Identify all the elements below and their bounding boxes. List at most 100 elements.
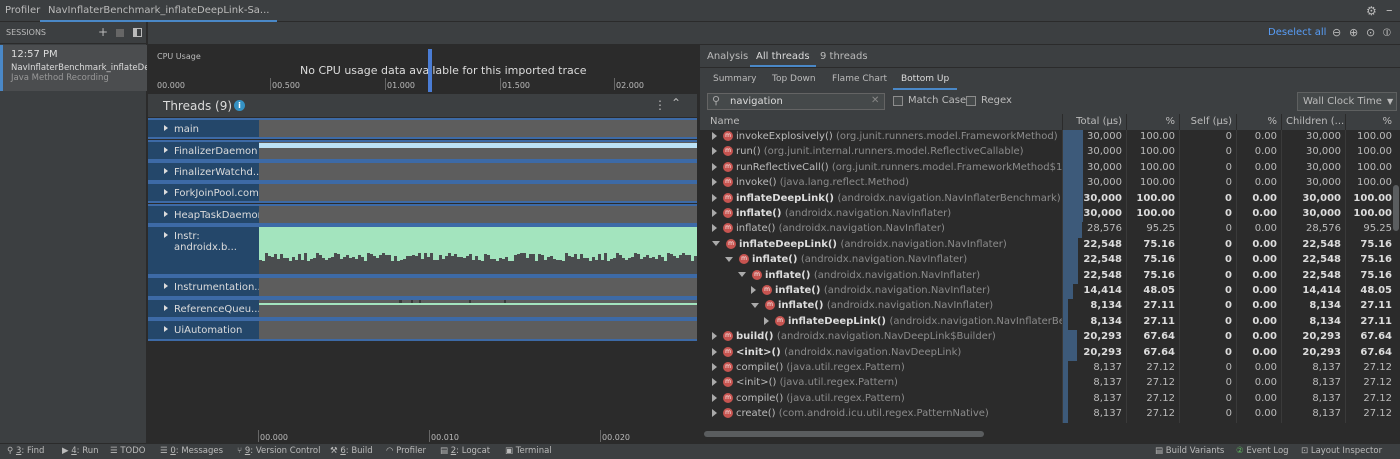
vertical-scrollbar[interactable] [1393, 185, 1399, 231]
chevron-right-icon[interactable] [712, 178, 717, 187]
tab-trace[interactable]: NavInflaterBenchmark_inflateDeepLink-Sa.… [40, 0, 278, 22]
match-case-checkbox[interactable] [893, 96, 903, 106]
session-item[interactable]: 12:57 PM NavInflaterBenchmark_inflateDee… [0, 45, 147, 91]
info-icon[interactable]: i [234, 100, 245, 111]
horizontal-scrollbar[interactable] [704, 431, 984, 437]
chevron-right-icon[interactable] [712, 347, 717, 356]
chevron-right-icon[interactable] [712, 193, 717, 202]
thread-label[interactable]: FinalizerDaemon [148, 140, 259, 161]
pause-icon[interactable]: ⦶ [1383, 26, 1391, 40]
chevron-down-icon[interactable] [751, 302, 759, 308]
thread-label[interactable]: Instrumentation... [148, 276, 264, 298]
thread-activity[interactable] [259, 225, 697, 276]
table-row[interactable]: m <init>() (java.util.regex.Pattern) 8,137… [700, 376, 1400, 392]
table-row[interactable]: m create() (com.android.icu.util.regex.Pa… [700, 407, 1400, 423]
thread-row[interactable]: FinalizerDaemon [148, 140, 697, 161]
thread-row[interactable]: ForkJoinPool.com... [148, 182, 697, 203]
zoom-out-icon[interactable]: ⊖ [1332, 26, 1341, 39]
col-self-pct[interactable]: % [1237, 114, 1282, 130]
status-tool-todo[interactable]: ☰ TODO [110, 446, 145, 456]
chevron-right-icon[interactable] [712, 209, 717, 217]
table-row[interactable]: m compile() (java.util.regex.Pattern) 8,13… [700, 391, 1400, 408]
table-row[interactable]: m runReflectiveCall() (org.junit.runners.… [700, 160, 1400, 177]
table-row[interactable]: m invoke() (java.lang.reflect.Method) 30,0… [700, 176, 1400, 192]
thread-activity[interactable] [259, 204, 697, 225]
status-tool-messages[interactable]: ☰ 0: Messages [160, 446, 223, 456]
table-row[interactable]: m invokeExplosively() (org.junit.runners.… [700, 130, 1400, 146]
regex-checkbox[interactable] [966, 96, 976, 106]
thread-activity[interactable] [259, 182, 697, 203]
thread-label[interactable]: HeapTaskDaemon [148, 204, 264, 225]
chevron-down-icon[interactable] [725, 256, 733, 262]
thread-activity[interactable] [259, 319, 697, 341]
thread-row[interactable]: main [148, 118, 697, 139]
status-tool-version-control[interactable]: ⑂ 9: Version Control [237, 446, 321, 456]
status-tool-profiler[interactable]: ◠ Profiler [386, 446, 426, 456]
table-row[interactable]: m inflate() (androidx.navigation.NavInfla… [700, 222, 1400, 238]
chevron-right-icon[interactable] [712, 332, 717, 341]
tab-flame-chart[interactable]: Flame Chart [832, 68, 887, 90]
chevron-right-icon[interactable] [751, 286, 756, 294]
thread-label[interactable]: ForkJoinPool.com... [148, 182, 268, 203]
deselect-all-link[interactable]: Deselect all [1268, 27, 1326, 38]
table-row[interactable]: m inflate() (androidx.navigation.NavInfla… [700, 253, 1400, 269]
thread-row[interactable]: HeapTaskDaemon [148, 204, 697, 225]
minimize-icon[interactable]: – [1386, 3, 1393, 18]
chevron-right-icon[interactable] [712, 378, 717, 387]
tab-top-down[interactable]: Top Down [772, 68, 816, 90]
col-total-pct[interactable]: % [1127, 114, 1180, 130]
thread-activity[interactable] [259, 161, 697, 182]
chevron-right-icon[interactable] [712, 147, 717, 156]
col-children-pct[interactable]: % [1346, 114, 1400, 130]
clock-select[interactable]: Wall Clock Time ▼ [1297, 92, 1397, 111]
thread-row[interactable]: Instr: androidx.b... [148, 225, 697, 276]
chevron-right-icon[interactable] [712, 132, 717, 140]
chevron-right-icon[interactable] [712, 162, 717, 171]
chevron-right-icon[interactable] [712, 393, 717, 402]
thread-label[interactable]: ReferenceQueu... [148, 298, 261, 319]
col-total[interactable]: Total (μs) [1063, 114, 1127, 130]
table-row[interactable]: m compile() (java.util.regex.Pattern) 8,13… [700, 361, 1400, 377]
table-row[interactable]: m inflate() (androidx.navigation.NavInfla… [700, 284, 1400, 300]
collapse-icon[interactable]: ⌃ [671, 96, 681, 110]
chevron-right-icon[interactable] [712, 409, 717, 418]
tab-analysis[interactable]: Analysis [707, 45, 748, 67]
stop-icon[interactable] [116, 29, 124, 37]
col-children[interactable]: Children (... [1282, 114, 1346, 130]
thread-activity[interactable] [259, 118, 697, 139]
table-row[interactable]: m inflateDeepLink() (androidx.navigation.… [700, 191, 1400, 207]
search-input[interactable]: navigation [730, 96, 783, 107]
thread-row[interactable]: FinalizerWatchd... [148, 161, 697, 182]
tab-bottom-up[interactable]: Bottom Up [893, 68, 958, 90]
reset-zoom-icon[interactable]: ⊙ [1366, 26, 1375, 39]
status-tool-build[interactable]: ⚒ 6: Build [330, 446, 373, 456]
status-tool-terminal[interactable]: ▣ Terminal [505, 446, 552, 456]
table-row[interactable]: m inflate() (androidx.navigation.NavInfla… [700, 299, 1400, 315]
status-build-variants[interactable]: ▤ Build Variants [1155, 446, 1224, 456]
thread-row[interactable]: Instrumentation... [148, 276, 697, 298]
profiler-title[interactable]: Profiler [5, 5, 40, 16]
chevron-down-icon[interactable] [738, 272, 746, 278]
col-name[interactable]: Name [700, 114, 1063, 130]
thread-label[interactable]: main [148, 118, 259, 139]
tab-9-threads[interactable]: 9 threads [820, 45, 868, 67]
tab-summary[interactable]: Summary [713, 68, 757, 90]
thread-activity[interactable] [259, 298, 697, 319]
more-icon[interactable]: ⋮ [654, 98, 666, 112]
status-layout-inspector[interactable]: ⊡ Layout Inspector [1301, 446, 1382, 456]
clear-icon[interactable]: ✕ [871, 95, 879, 106]
thread-row[interactable]: UiAutomation [148, 319, 697, 341]
col-self[interactable]: Self (μs) [1180, 114, 1237, 130]
thread-activity[interactable] [259, 140, 697, 161]
thread-row[interactable]: ReferenceQueu... [148, 298, 697, 319]
chevron-right-icon[interactable] [712, 224, 717, 233]
tab-all-threads[interactable]: All threads [750, 45, 816, 67]
add-session-icon[interactable]: + [98, 25, 108, 39]
chevron-down-icon[interactable] [712, 241, 720, 247]
status-event-log[interactable]: ② Event Log [1236, 446, 1289, 456]
status-tool-run[interactable]: ▶ 4: Run [62, 446, 99, 456]
status-tool-find[interactable]: ⚲ 3: Find [7, 446, 44, 456]
thread-label[interactable]: FinalizerWatchd... [148, 161, 262, 182]
table-row[interactable]: m inflateDeepLink() (androidx.navigation.… [700, 237, 1400, 254]
gear-icon[interactable]: ⚙ [1366, 4, 1377, 18]
